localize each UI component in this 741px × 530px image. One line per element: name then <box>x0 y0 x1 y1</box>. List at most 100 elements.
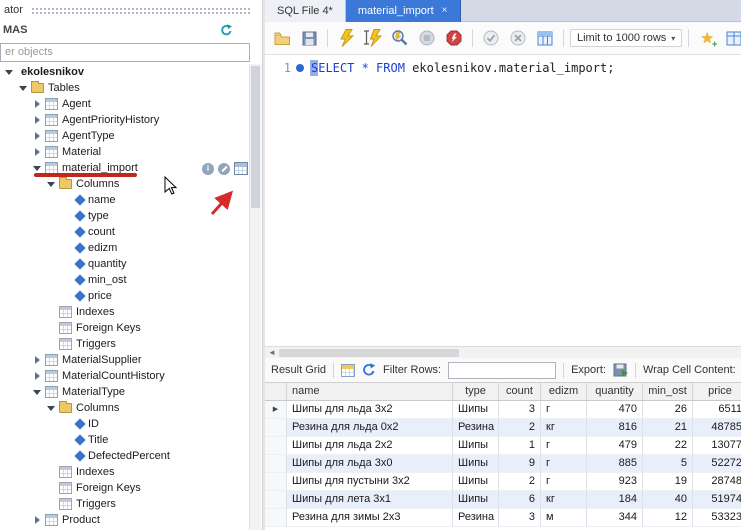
table-data-icon[interactable] <box>234 162 248 175</box>
limit-rows-dropdown[interactable]: Limit to 1000 rows ▾ <box>570 29 682 47</box>
grid-row[interactable]: Шипы для льда 2x2Шипы1г4792213077 <box>265 437 741 455</box>
row-selector[interactable] <box>265 473 287 491</box>
cell-edizm[interactable]: м <box>541 509 587 527</box>
column-header-quantity[interactable]: quantity <box>587 383 643 401</box>
cell-type[interactable]: Шипы <box>453 437 499 455</box>
hscroll-thumb[interactable] <box>279 349 459 357</box>
cell-quantity[interactable]: 184 <box>587 491 643 509</box>
column-header-min_ost[interactable]: min_ost <box>643 383 693 401</box>
cell-edizm[interactable]: г <box>541 473 587 491</box>
expand-arrow-icon[interactable] <box>32 131 43 142</box>
cell-edizm[interactable]: г <box>541 455 587 473</box>
cell-quantity[interactable]: 470 <box>587 401 643 419</box>
filter-rows-input[interactable] <box>448 362 556 379</box>
cell-price[interactable]: 53323 <box>693 509 741 527</box>
cell-type[interactable]: Шипы <box>453 491 499 509</box>
refresh-schemas-icon[interactable] <box>220 24 233 37</box>
cell-type[interactable]: Резина <box>453 509 499 527</box>
cell-min_ost[interactable]: 12 <box>643 509 693 527</box>
cell-quantity[interactable]: 885 <box>587 455 643 473</box>
tree-item-agenttype[interactable]: AgentType <box>0 128 249 144</box>
tree-item-materialtype[interactable]: MaterialType <box>0 384 249 400</box>
expand-arrow-icon[interactable] <box>32 99 43 110</box>
cell-count[interactable]: 9 <box>499 455 541 473</box>
column-header-name[interactable]: name <box>287 383 453 401</box>
grid-row[interactable]: Шипы для льда 3x0Шипы9г885552272 <box>265 455 741 473</box>
table-maintenance-icon[interactable] <box>218 163 230 175</box>
grid-row[interactable]: Шипы для пустыни 3x2Шипы2г9231928748 <box>265 473 741 491</box>
cell-name[interactable]: Шипы для лета 3x1 <box>287 491 453 509</box>
toggle-stop-on-error-icon[interactable] <box>442 26 466 50</box>
cell-price[interactable]: 52272 <box>693 455 741 473</box>
cell-name[interactable]: Шипы для пустыни 3x2 <box>287 473 453 491</box>
tree-item-materialsupplier[interactable]: MaterialSupplier <box>0 352 249 368</box>
tree-item-triggers[interactable]: Triggers <box>0 336 249 352</box>
cell-type[interactable]: Шипы <box>453 455 499 473</box>
tree-item-materialcounthistory[interactable]: MaterialCountHistory <box>0 368 249 384</box>
column-header-edizm[interactable]: edizm <box>541 383 587 401</box>
tree-item-triggers[interactable]: Triggers <box>0 496 249 512</box>
cell-min_ost[interactable]: 22 <box>643 437 693 455</box>
collapse-arrow-icon[interactable] <box>46 179 57 190</box>
collapse-arrow-icon[interactable] <box>46 403 57 414</box>
tab-sql-file-4[interactable]: SQL File 4* <box>265 0 346 22</box>
cell-name[interactable]: Резина для зимы 2x3 <box>287 509 453 527</box>
tree-item-ekolesnikov[interactable]: ekolesnikov <box>0 64 249 80</box>
cell-min_ost[interactable]: 21 <box>643 419 693 437</box>
row-selector[interactable] <box>265 509 287 527</box>
tree-item-defectedpercent[interactable]: DefectedPercent <box>0 448 249 464</box>
expand-arrow-icon[interactable] <box>32 355 43 366</box>
execute-current-statement-icon[interactable] <box>361 26 385 50</box>
save-icon[interactable] <box>297 26 321 50</box>
execute-query-icon[interactable] <box>334 26 358 50</box>
cell-name[interactable]: Резина для льда 0x2 <box>287 419 453 437</box>
grid-row[interactable]: Резина для льда 0x2Резина2кг8162148785 <box>265 419 741 437</box>
cell-price[interactable]: 13077 <box>693 437 741 455</box>
navigator-scrollbar[interactable] <box>249 64 261 530</box>
cell-edizm[interactable]: г <box>541 401 587 419</box>
collapse-arrow-icon[interactable] <box>4 67 15 78</box>
cell-quantity[interactable]: 479 <box>587 437 643 455</box>
save-snippet-icon[interactable]: ★ + <box>695 26 719 50</box>
cell-count[interactable]: 6 <box>499 491 541 509</box>
collapse-arrow-icon[interactable] <box>18 83 29 94</box>
row-selector[interactable] <box>265 419 287 437</box>
tree-item-foreign-keys[interactable]: Foreign Keys <box>0 480 249 496</box>
close-tab-icon[interactable]: × <box>442 6 448 16</box>
row-selector[interactable] <box>265 491 287 509</box>
explain-plan-icon[interactable] <box>388 26 412 50</box>
tree-item-indexes[interactable]: Indexes <box>0 304 249 320</box>
cell-price[interactable]: 6511 <box>693 401 741 419</box>
cell-edizm[interactable]: кг <box>541 419 587 437</box>
tree-item-quantity[interactable]: quantity <box>0 256 249 272</box>
cell-count[interactable]: 2 <box>499 419 541 437</box>
toggle-autocommit-icon[interactable] <box>533 26 557 50</box>
grid-row[interactable]: Резина для зимы 2x3Резина3м3441253323 <box>265 509 741 527</box>
column-header-type[interactable]: type <box>453 383 499 401</box>
cell-type[interactable]: Шипы <box>453 473 499 491</box>
cell-quantity[interactable]: 923 <box>587 473 643 491</box>
cell-min_ost[interactable]: 19 <box>643 473 693 491</box>
tree-item-edizm[interactable]: edizm <box>0 240 249 256</box>
expand-arrow-icon[interactable] <box>32 115 43 126</box>
commit-icon[interactable] <box>479 26 503 50</box>
tree-item-columns[interactable]: Columns <box>0 400 249 416</box>
tab-material-import[interactable]: material_import × <box>346 0 461 22</box>
cell-price[interactable]: 48785 <box>693 419 741 437</box>
cell-type[interactable]: Шипы <box>453 401 499 419</box>
scrollbar-thumb[interactable] <box>251 66 260 208</box>
expand-arrow-icon[interactable] <box>32 515 43 526</box>
cell-min_ost[interactable]: 40 <box>643 491 693 509</box>
refresh-results-icon[interactable] <box>362 363 376 377</box>
cell-name[interactable]: Шипы для льда 3x2 <box>287 401 453 419</box>
result-grid-view-icon[interactable] <box>341 364 355 377</box>
sidebar-toggle-icon[interactable] <box>722 26 741 50</box>
row-selector[interactable] <box>265 455 287 473</box>
cell-quantity[interactable]: 344 <box>587 509 643 527</box>
cell-edizm[interactable]: г <box>541 437 587 455</box>
tree-item-material[interactable]: Material <box>0 144 249 160</box>
rollback-icon[interactable] <box>506 26 530 50</box>
cell-edizm[interactable]: кг <box>541 491 587 509</box>
cell-min_ost[interactable]: 26 <box>643 401 693 419</box>
cell-quantity[interactable]: 816 <box>587 419 643 437</box>
